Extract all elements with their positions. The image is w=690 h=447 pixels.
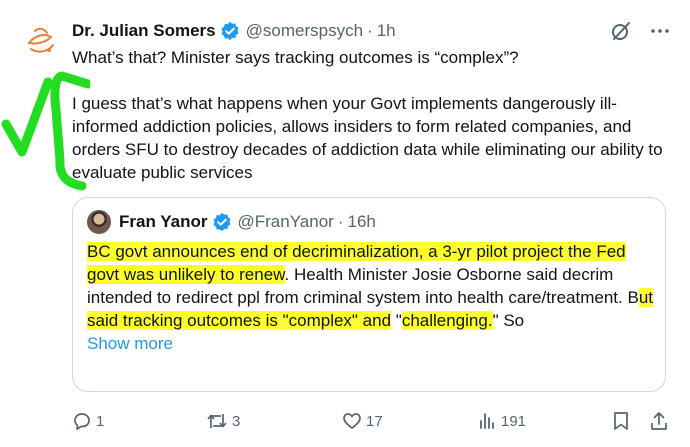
like-icon	[343, 413, 361, 429]
avatar[interactable]	[22, 22, 60, 60]
bookmark-icon	[614, 412, 628, 430]
verified-badge-icon	[212, 212, 232, 232]
repost-count: 3	[232, 412, 241, 430]
share-icon	[651, 412, 667, 430]
grok-icon[interactable]	[610, 20, 632, 47]
highlighted-text: challenging.	[401, 311, 493, 330]
quote-text-part: "	[391, 311, 402, 330]
repost-button[interactable]: 3	[206, 411, 240, 431]
tweet-text: What’s that? Minister says tracking outc…	[72, 46, 672, 184]
quote-text: BC govt announces end of decriminalizati…	[87, 240, 657, 355]
quote-author-name: Fran Yanor	[119, 212, 208, 231]
bookmark-button[interactable]	[612, 411, 630, 431]
like-count: 17	[366, 412, 383, 430]
action-bar: 1 3 17 191	[72, 409, 668, 433]
views-icon	[480, 413, 494, 429]
repost-icon	[207, 414, 227, 428]
more-icon[interactable]	[650, 21, 670, 46]
quote-avatar	[87, 210, 111, 234]
show-more-link[interactable]: Show more	[87, 334, 173, 353]
author-name[interactable]: Dr. Julian Somers	[72, 21, 216, 41]
reply-button[interactable]: 1	[72, 411, 104, 431]
separator-dot: ·	[367, 21, 373, 40]
reply-count: 1	[96, 412, 105, 430]
reply-icon	[74, 413, 90, 430]
separator-dot: ·	[337, 212, 344, 231]
tweet-body: I guess that’s what happens when your Go…	[72, 94, 663, 182]
quote-header: Fran Yanor @FranYanor · 16h	[87, 210, 376, 234]
timestamp[interactable]: 1h	[377, 21, 396, 41]
share-button[interactable]	[649, 411, 669, 431]
tweet-header: Dr. Julian Somers @somerspsych · 1h	[72, 18, 670, 44]
verified-badge-icon	[220, 21, 240, 41]
logo-avatar-icon	[27, 27, 54, 53]
tweet-line-1: What’s that? Minister says tracking outc…	[72, 48, 519, 67]
quote-timestamp: 16h	[347, 212, 376, 231]
views-button[interactable]: 191	[477, 411, 526, 431]
quoted-tweet[interactable]: Fran Yanor @FranYanor · 16h BC govt anno…	[72, 197, 666, 392]
quote-text-part: " So	[492, 311, 525, 330]
author-handle[interactable]: @somerspsych	[246, 21, 363, 41]
views-count: 191	[501, 412, 527, 430]
quote-author-handle: @FranYanor	[237, 212, 334, 231]
like-button[interactable]: 17	[342, 411, 383, 431]
